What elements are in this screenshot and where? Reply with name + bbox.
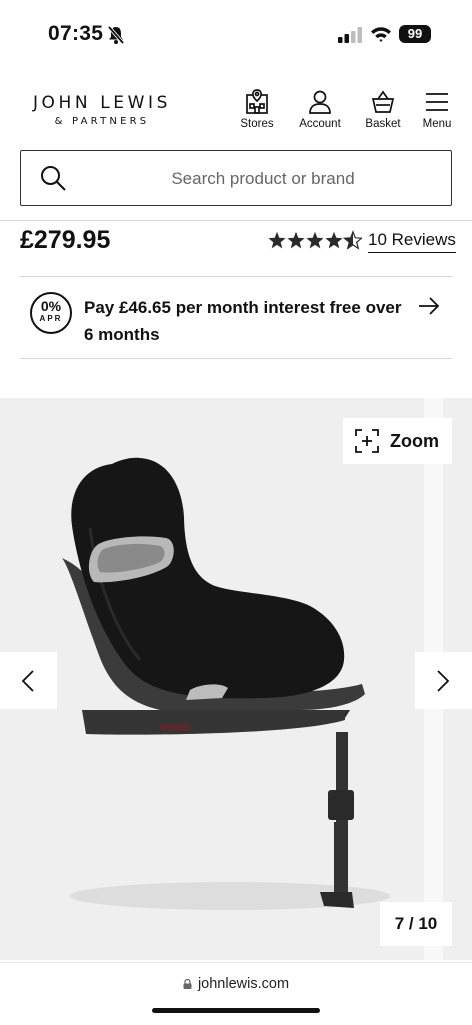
home-indicator[interactable] [152,1008,320,1013]
nav-basket-label: Basket [365,118,401,130]
finance-offer-text[interactable]: Pay £46.65 per month interest free over … [84,294,404,348]
price-divider [20,276,452,277]
search-input[interactable] [91,151,435,206]
nav-account-label: Account [299,118,341,130]
next-image-button[interactable] [415,652,472,709]
star-rating [268,231,362,249]
header-divider [0,220,472,221]
zoom-button[interactable]: Zoom [343,418,452,464]
image-counter: 7 / 10 [380,902,452,946]
signal-icon [338,27,362,43]
menu-icon [426,93,448,111]
search-icon[interactable] [39,164,67,192]
chevron-left-icon [21,670,34,692]
zoom-label: Zoom [390,430,439,451]
wifi-icon [371,27,391,42]
product-gallery[interactable]: Zoom 7 / 10 [0,398,472,960]
store-icon [246,89,268,114]
chevron-right-icon [437,670,450,692]
nav-menu-label: Menu [422,118,452,130]
search-box[interactable] [20,150,452,206]
arrow-right-icon[interactable] [418,296,440,316]
apr-badge-percent: 0% [40,298,62,314]
logo-main-text: JOHN LEWIS [32,93,172,113]
nav-stores[interactable]: Stores [240,88,274,130]
car-seat-image [62,457,390,910]
reviews-link[interactable]: 10 Reviews [368,230,456,253]
apr-badge: 0% APR [30,292,72,334]
star-icon [306,231,324,249]
apr-badge-label: APR [39,314,63,323]
product-price: £279.95 [20,226,111,254]
browser-bar [0,962,472,1025]
half-star-icon [343,231,362,249]
finance-divider [20,358,452,359]
star-icon [287,231,305,249]
bell-muted-icon [107,25,125,45]
logo-sub-text: & PARTNERS [54,116,150,127]
status-time: 07:35 [48,22,104,45]
john-lewis-logo[interactable]: JOHN LEWIS & PARTNERS [22,93,182,127]
previous-image-button[interactable] [0,652,57,709]
account-icon [309,90,331,114]
nav-stores-label: Stores [240,118,274,130]
nav-menu[interactable]: Menu [421,88,453,130]
lock-icon [183,979,192,989]
zoom-icon [355,429,379,453]
url-text: johnlewis.com [197,976,290,992]
star-icon [325,231,343,249]
nav-basket[interactable]: Basket [364,88,402,130]
basket-icon [371,90,395,113]
nav-account[interactable]: Account [298,88,342,130]
star-icon [268,231,286,249]
url-field[interactable]: johnlewis.com [0,976,472,992]
battery-icon: 99 [399,25,431,43]
